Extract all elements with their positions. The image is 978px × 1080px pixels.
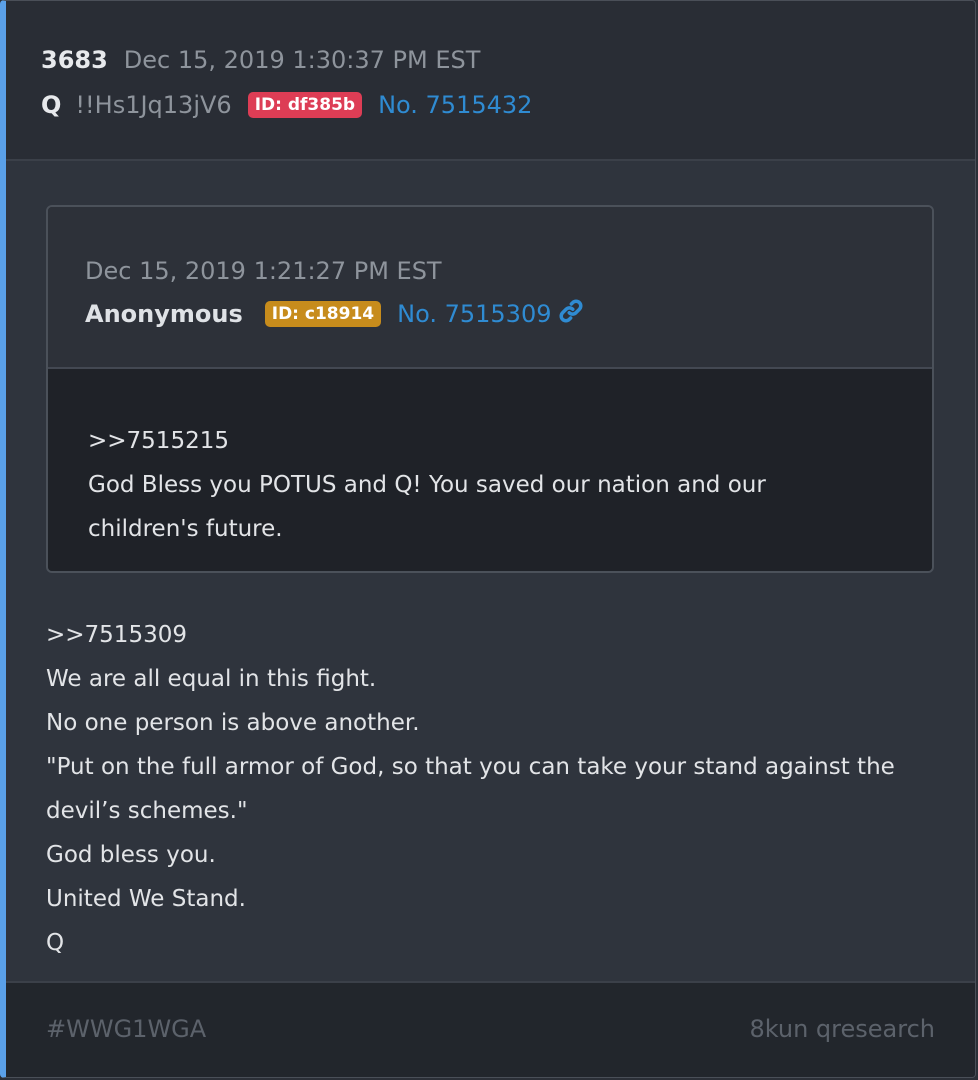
post-number: 3683 bbox=[41, 46, 108, 74]
post-body: >>7515309 We are all equal in this fight… bbox=[46, 613, 946, 965]
post-text-line: devil’s schemes." bbox=[46, 798, 248, 824]
post-tripcode: !!Hs1Jq13jV6 bbox=[75, 91, 232, 119]
post-id-badge[interactable]: ID: df385b bbox=[247, 92, 363, 118]
quoted-post-author-line: Anonymous ID: c18914 No. 7515309 bbox=[85, 297, 585, 331]
link-icon[interactable] bbox=[557, 297, 585, 331]
post-author: Q bbox=[41, 91, 62, 119]
post-text-line: United We Stand. bbox=[46, 886, 246, 912]
footer-hashtag: #WWG1WGA bbox=[46, 1015, 207, 1043]
post-number-link[interactable]: No. 7515432 bbox=[378, 91, 532, 119]
post-text-line: We are all equal in this fight. bbox=[46, 666, 377, 692]
post-text-line: God bless you. bbox=[46, 842, 216, 868]
quoted-post-number-link[interactable]: No. 7515309 bbox=[397, 300, 551, 328]
quoted-post: Dec 15, 2019 1:21:27 PM EST Anonymous ID… bbox=[46, 205, 934, 573]
quoted-post-id-badge[interactable]: ID: c18914 bbox=[264, 301, 382, 327]
q-post-card: 3683 Dec 15, 2019 1:30:37 PM EST Q !!Hs1… bbox=[0, 0, 976, 1078]
post-signature: Q bbox=[46, 930, 65, 956]
link-icon-svg bbox=[559, 299, 583, 323]
quoted-post-date: Dec 15, 2019 1:21:27 PM EST bbox=[85, 257, 442, 285]
quoted-post-author: Anonymous bbox=[85, 300, 243, 328]
post-reply-link[interactable]: >>7515309 bbox=[46, 613, 946, 657]
post-text-line: No one person is above another. bbox=[46, 710, 420, 736]
quoted-post-reply-link[interactable]: >>7515215 bbox=[88, 419, 892, 463]
post-text-line: "Put on the full armor of God, so that y… bbox=[46, 754, 895, 780]
post-header: 3683 Dec 15, 2019 1:30:37 PM EST Q !!Hs1… bbox=[6, 1, 975, 161]
footer-source: 8kun qresearch bbox=[749, 1015, 935, 1043]
quoted-post-text-line: children's future. bbox=[88, 516, 283, 542]
post-author-line: Q !!Hs1Jq13jV6 ID: df385b No. 7515432 bbox=[41, 91, 532, 119]
quoted-post-body: >>7515215 God Bless you POTUS and Q! You… bbox=[48, 369, 932, 571]
post-footer: #WWG1WGA 8kun qresearch bbox=[6, 981, 975, 1077]
quoted-post-text-line: God Bless you POTUS and Q! You saved our… bbox=[88, 472, 766, 498]
quoted-post-header: Dec 15, 2019 1:21:27 PM EST Anonymous ID… bbox=[48, 207, 932, 369]
post-header-meta: 3683 Dec 15, 2019 1:30:37 PM EST bbox=[41, 46, 480, 74]
post-date: Dec 15, 2019 1:30:37 PM EST bbox=[123, 46, 481, 74]
